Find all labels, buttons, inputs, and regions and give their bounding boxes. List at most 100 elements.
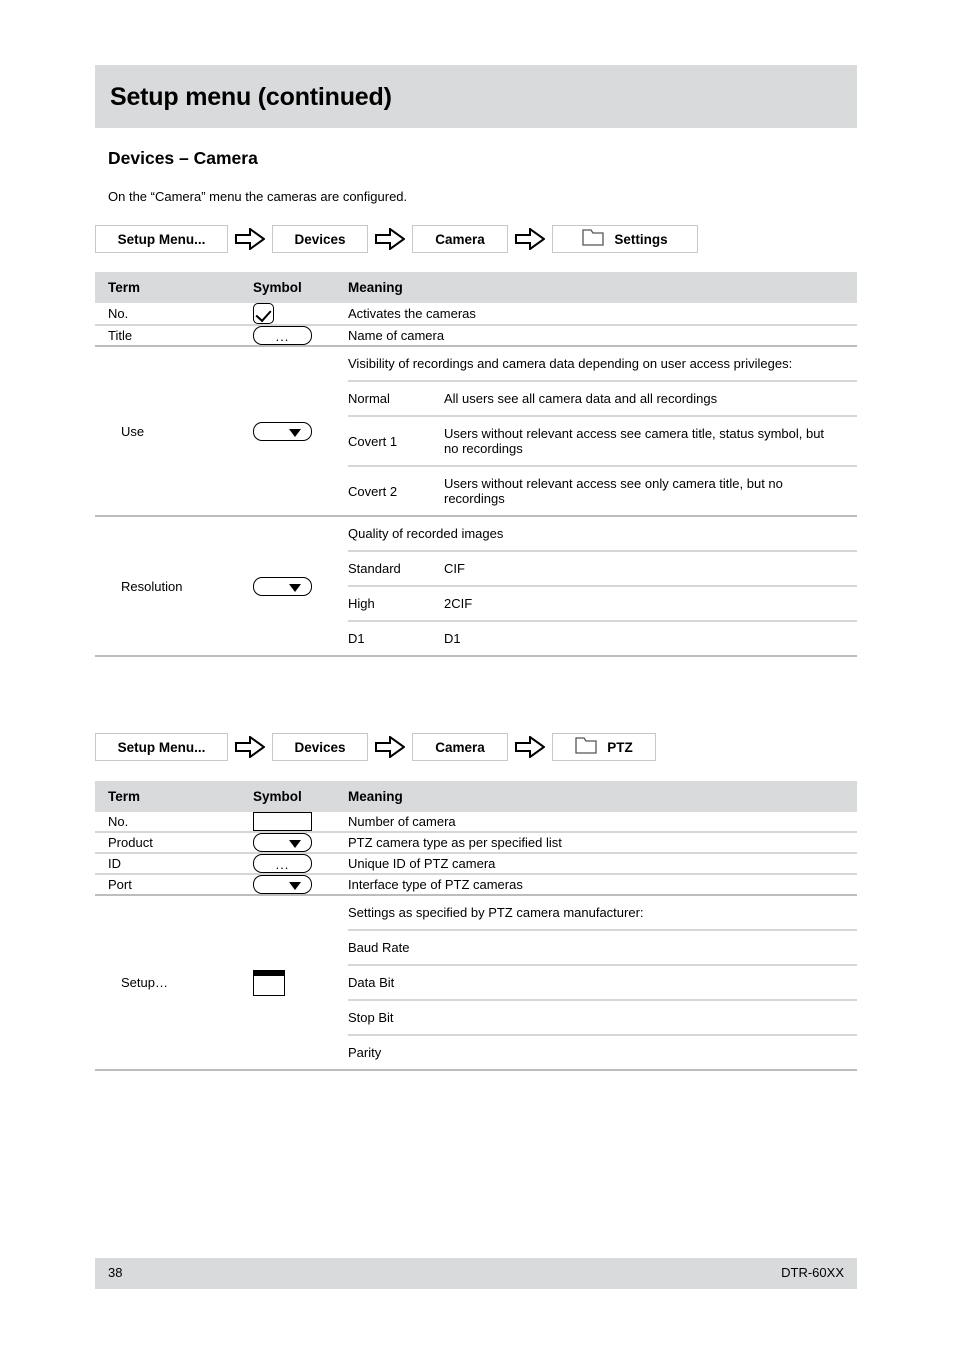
row-meaning: Unique ID of PTZ camera [348, 852, 857, 874]
footer-page-number: 38 [108, 1265, 123, 1280]
folder-icon [582, 229, 605, 249]
breadcrumb-label: PTZ [607, 739, 633, 755]
sub-row-value: 2CIF [444, 585, 857, 621]
breadcrumb-label: Settings [614, 231, 668, 247]
row-meaning: Visibility of recordings and camera data… [348, 345, 857, 516]
breadcrumb-label: Devices [294, 739, 346, 755]
row-symbol: ... [253, 324, 348, 346]
row-term: Resolution [95, 515, 253, 656]
ptz-table: Term Symbol Meaning No. Number of camera… [95, 781, 857, 1072]
breadcrumb-label: Devices [294, 231, 346, 247]
row-symbol [253, 873, 348, 895]
sub-row: Standard CIF [348, 550, 857, 586]
sub-row-key: D1 [348, 620, 444, 655]
section-intro-text: On the “Camera” menu the cameras are con… [108, 189, 408, 204]
sub-row-intro-text: Settings as specified by PTZ camera manu… [348, 905, 644, 920]
sub-row: Parity [348, 1034, 857, 1069]
row-term-label: Resolution [121, 578, 183, 594]
row-term: Title [95, 324, 253, 346]
row-symbol [253, 812, 348, 832]
arrow-right-icon [228, 228, 272, 250]
window-icon [253, 969, 285, 996]
column-header-term: Term [95, 272, 253, 303]
arrow-right-icon [228, 736, 272, 758]
sub-row: Normal All users see all camera data and… [348, 380, 857, 416]
checkbox-icon [253, 303, 274, 324]
table-row: Resolution Quality of recorded images St… [95, 515, 857, 656]
ellipsis-button-icon: ... [253, 854, 312, 873]
row-term: Product [95, 831, 253, 853]
row-term: No. [108, 814, 129, 829]
ellipsis-button-icon: ... [253, 326, 312, 345]
breadcrumb-item-setup-menu[interactable]: Setup Menu... [95, 225, 228, 253]
row-meaning: Name of camera [348, 324, 857, 346]
sub-row: Covert 2 Users without relevant access s… [348, 465, 857, 515]
table-row: Title ... Name of camera [95, 324, 857, 346]
breadcrumb-label: Camera [435, 231, 485, 247]
page-title: Setup menu (continued) [110, 83, 392, 111]
row-term-label: Setup… [121, 975, 168, 990]
document-page: Setup menu (continued) Devices – Camera … [95, 0, 857, 1354]
table-row: Use Visibility of recordings and camera … [95, 345, 857, 516]
sub-row-intro-text: Quality of recorded images [348, 526, 504, 541]
breadcrumb-item-devices[interactable]: Devices [272, 733, 368, 761]
dropdown-icon [253, 576, 312, 596]
sub-row-value: CIF [444, 550, 857, 586]
sub-row-value: All users see all camera data and all re… [444, 380, 857, 416]
row-term: Use [95, 345, 253, 516]
arrow-right-icon [368, 736, 412, 758]
sub-row-value: Users without relevant access see only c… [444, 465, 857, 515]
sub-row-intro-text: Visibility of recordings and camera data… [348, 356, 793, 371]
row-meaning: Quality of recorded images Standard CIF … [348, 515, 857, 656]
table-header-row: Term Symbol Meaning [95, 781, 857, 812]
dropdown-icon [253, 875, 312, 894]
column-header-term: Term [95, 781, 253, 812]
sub-row: D1 D1 [348, 620, 857, 655]
breadcrumb-ptz: Setup Menu... Devices Camera PTZ [95, 732, 656, 762]
sub-row-key: Baud Rate [348, 929, 857, 965]
breadcrumb-item-camera[interactable]: Camera [412, 733, 508, 761]
folder-icon [575, 737, 597, 757]
sub-row: High 2CIF [348, 585, 857, 621]
column-header-symbol: Symbol [253, 272, 348, 303]
settings-table: Term Symbol Meaning No. Activates the ca… [95, 272, 857, 658]
table-row: Setup… Settings as specified by PTZ came… [95, 894, 857, 1070]
breadcrumb-item-setup-menu[interactable]: Setup Menu... [95, 733, 228, 761]
row-term: Setup… [95, 894, 253, 1070]
sub-row-intro: Quality of recorded images [348, 517, 857, 551]
breadcrumb-item-settings[interactable]: Settings [552, 225, 698, 253]
textbox-icon [253, 812, 312, 831]
row-symbol [253, 303, 348, 325]
breadcrumb-item-devices[interactable]: Devices [272, 225, 368, 253]
sub-row: Baud Rate [348, 929, 857, 965]
sub-row-key: Stop Bit [348, 999, 857, 1035]
row-symbol [253, 345, 348, 516]
table-row: Port Interface type of PTZ cameras [95, 873, 857, 895]
section-heading: Devices – Camera [108, 148, 258, 168]
breadcrumb-item-camera[interactable]: Camera [412, 225, 508, 253]
sub-row-intro: Visibility of recordings and camera data… [348, 347, 857, 381]
column-header-symbol: Symbol [253, 781, 348, 812]
sub-row-key: Normal [348, 380, 444, 416]
sub-row-key: Data Bit [348, 964, 857, 1000]
sub-table: Quality of recorded images Standard CIF … [348, 517, 857, 655]
breadcrumb-label: Camera [435, 739, 485, 755]
page-footer: 38 DTR-60XX [95, 1258, 857, 1289]
dropdown-icon [253, 421, 312, 441]
column-header-meaning: Meaning [348, 272, 857, 303]
table-row: Product PTZ camera type as per specified… [95, 831, 857, 853]
row-term-label: Use [121, 423, 145, 439]
breadcrumb-item-ptz[interactable]: PTZ [552, 733, 656, 761]
row-meaning: Settings as specified by PTZ camera manu… [348, 894, 857, 1070]
dropdown-icon [253, 833, 312, 852]
sub-row: Data Bit [348, 964, 857, 1000]
row-symbol: ... [253, 852, 348, 874]
row-term: Port [95, 873, 253, 895]
table-header-row: Term Symbol Meaning [95, 272, 857, 303]
row-meaning: Activates the cameras [348, 306, 476, 321]
row-term: ID [95, 852, 253, 874]
breadcrumb-settings: Setup Menu... Devices Camera Settings [95, 224, 698, 254]
table-bottom-rule [95, 1069, 857, 1072]
table-row: No. Activates the cameras [95, 303, 857, 325]
sub-row-key: Covert 1 [348, 415, 444, 466]
